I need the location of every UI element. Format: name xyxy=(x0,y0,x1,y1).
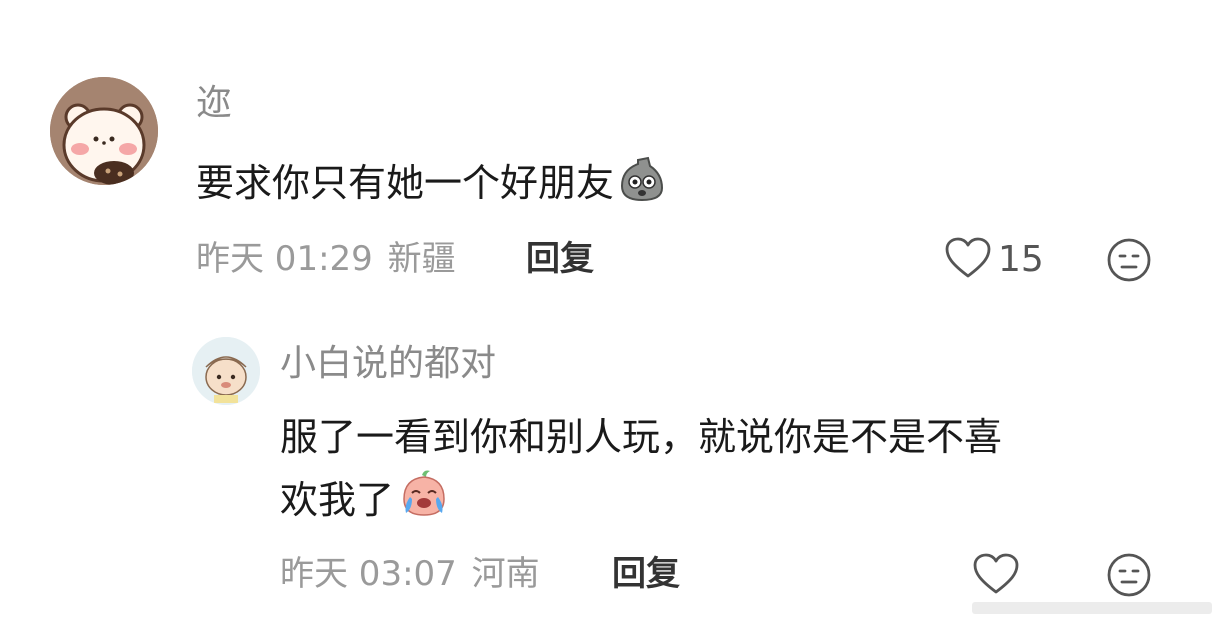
neutral-face-icon xyxy=(1106,237,1152,287)
reply-avatar[interactable] xyxy=(192,337,260,405)
dislike-button[interactable] xyxy=(1106,237,1152,287)
like-count: 15 xyxy=(998,239,1044,280)
crying-peach-emoji xyxy=(398,467,450,536)
comment-time: 昨天 01:29 xyxy=(196,239,373,279)
like-button[interactable]: 15 xyxy=(944,236,1044,284)
reply-text-line2-wrapper: 欢我了 xyxy=(280,467,1200,536)
watermark xyxy=(972,598,1212,618)
reply-dislike-button[interactable] xyxy=(1106,552,1152,602)
reply-like-button[interactable] xyxy=(972,552,1020,600)
rock-surprised-emoji xyxy=(618,154,666,219)
heart-icon xyxy=(972,552,1020,600)
comment-location: 新疆 xyxy=(387,239,456,279)
reply-text-line1: 服了一看到你和别人玩，就说你是不是不喜 xyxy=(280,415,1003,459)
reply-button[interactable]: 回复 xyxy=(526,239,594,279)
reply-meta: 昨天 03:07 河南 xyxy=(280,554,540,594)
heart-icon xyxy=(944,236,992,284)
reply-text-line2: 欢我了 xyxy=(280,478,395,522)
reply-location: 河南 xyxy=(471,554,540,594)
comment-text: 要求你只有她一个好朋友 xyxy=(196,161,615,205)
neutral-face-icon xyxy=(1106,552,1152,602)
comment-username[interactable]: 迩 xyxy=(196,82,232,126)
comment-meta: 昨天 01:29 新疆 xyxy=(196,239,456,279)
reply-reply-button[interactable]: 回复 xyxy=(612,554,680,594)
avatar[interactable] xyxy=(50,77,158,185)
reply-username[interactable]: 小白说的都对 xyxy=(280,342,496,386)
reply-text-wrapper: 服了一看到你和别人玩，就说你是不是不喜 欢我了 xyxy=(280,407,1200,536)
comment-text-wrapper: 要求你只有她一个好朋友 xyxy=(196,153,1096,219)
reply-time: 昨天 03:07 xyxy=(280,554,457,594)
